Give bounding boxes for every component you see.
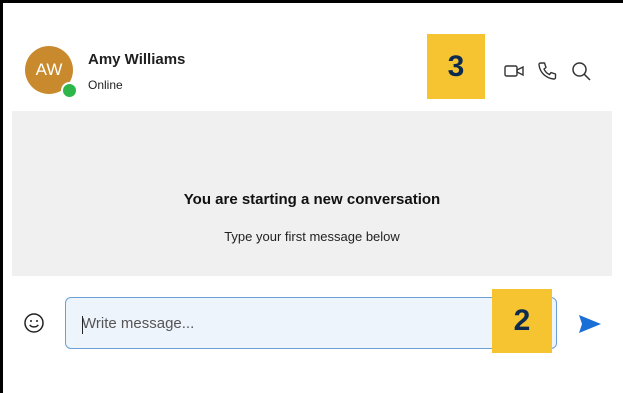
message-input[interactable]: [65, 297, 557, 349]
text-caret: [82, 316, 83, 334]
callout-badge-2: 2: [492, 289, 552, 353]
callout-badge-3: 3: [427, 34, 485, 99]
chat-header: AW Amy Williams Online 3: [12, 33, 612, 111]
video-call-icon[interactable]: [503, 60, 525, 82]
send-arrow-icon[interactable]: [578, 314, 602, 334]
conversation-area: You are starting a new conversation Type…: [12, 111, 612, 276]
search-icon[interactable]: [570, 60, 592, 82]
avatar-initials: AW: [35, 60, 63, 79]
contact-name[interactable]: Amy Williams: [88, 51, 185, 68]
presence-online-indicator: [61, 82, 78, 99]
empty-state-title: You are starting a new conversation: [183, 191, 441, 208]
empty-state-subtitle: Type your first message below: [224, 229, 400, 244]
smiley-icon[interactable]: [23, 312, 45, 334]
message-composer: 2: [12, 282, 612, 362]
scrollbar-gutter: [612, 111, 623, 256]
phone-call-icon[interactable]: [536, 60, 558, 82]
contact-status: Online: [88, 78, 123, 92]
